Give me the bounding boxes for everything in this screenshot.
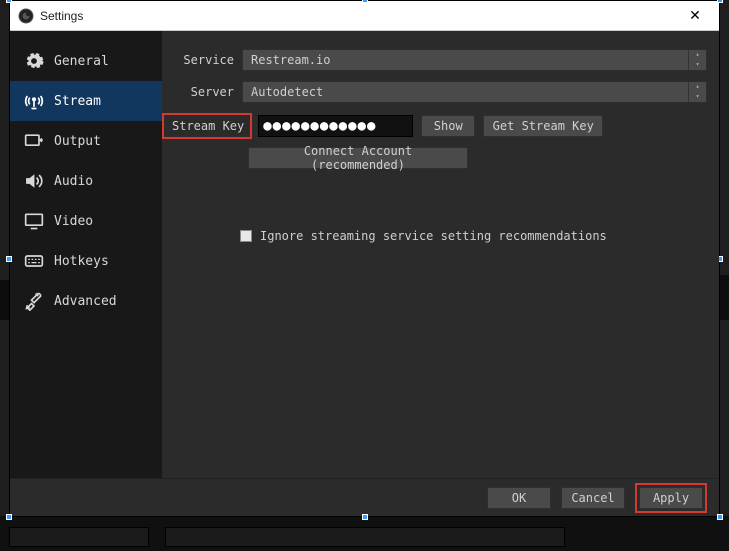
apply-highlight: Apply — [635, 483, 707, 513]
output-icon — [22, 131, 46, 151]
sidebar-item-advanced[interactable]: Advanced — [10, 281, 162, 321]
server-label: Server — [162, 85, 242, 99]
streamkey-input[interactable]: ●●●●●●●●●●●● — [258, 115, 413, 137]
apply-button[interactable]: Apply — [639, 487, 703, 509]
streamkey-row: Stream Key ●●●●●●●●●●●● Show Get Stream … — [162, 113, 707, 139]
main-panel: Service Restream.io ▴▾ Server Autodetect… — [162, 31, 719, 478]
close-button[interactable]: ✕ — [675, 2, 715, 30]
service-value: Restream.io — [251, 53, 330, 67]
ignore-row: Ignore streaming service setting recomme… — [240, 229, 707, 243]
sidebar-item-label: General — [54, 54, 109, 69]
selection-handle — [717, 0, 723, 3]
ignore-checkbox[interactable] — [240, 230, 252, 242]
show-key-button[interactable]: Show — [421, 115, 475, 137]
service-label: Service — [162, 53, 242, 67]
sidebar-item-video[interactable]: Video — [10, 201, 162, 241]
selection-handle — [6, 514, 12, 520]
sidebar-item-output[interactable]: Output — [10, 121, 162, 161]
service-row: Service Restream.io ▴▾ — [162, 49, 707, 71]
ignore-label: Ignore streaming service setting recomme… — [260, 229, 607, 243]
ok-button[interactable]: OK — [487, 487, 551, 509]
sidebar-item-audio[interactable]: Audio — [10, 161, 162, 201]
settings-window: Settings ✕ General Stream Outp — [9, 0, 720, 517]
obs-logo-icon — [18, 8, 34, 24]
get-stream-key-button[interactable]: Get Stream Key — [483, 115, 603, 137]
server-row: Server Autodetect ▴▾ — [162, 81, 707, 103]
sidebar-item-label: Advanced — [54, 294, 117, 309]
background-strip — [720, 275, 729, 320]
sidebar-item-hotkeys[interactable]: Hotkeys — [10, 241, 162, 281]
selection-handle — [6, 256, 12, 262]
background-strip — [0, 516, 729, 551]
keyboard-icon — [22, 251, 46, 271]
sidebar-item-general[interactable]: General — [10, 41, 162, 81]
server-value: Autodetect — [251, 85, 323, 99]
sidebar-item-label: Output — [54, 134, 101, 149]
selection-handle — [362, 514, 368, 520]
antenna-icon — [22, 91, 46, 111]
spinner-icon: ▴▾ — [688, 50, 706, 70]
gear-icon — [22, 51, 46, 71]
footer: OK Cancel Apply — [10, 478, 719, 516]
sidebar: General Stream Output Audio — [10, 31, 162, 478]
streamkey-highlight: Stream Key — [162, 113, 252, 139]
selection-handle — [717, 514, 723, 520]
titlebar: Settings ✕ — [10, 1, 719, 31]
sidebar-item-label: Audio — [54, 174, 93, 189]
server-dropdown[interactable]: Autodetect ▴▾ — [242, 81, 707, 103]
monitor-icon — [22, 211, 46, 231]
tools-icon — [22, 291, 46, 311]
sidebar-item-label: Hotkeys — [54, 254, 109, 269]
background-strip — [0, 280, 9, 320]
window-title: Settings — [40, 9, 83, 23]
service-dropdown[interactable]: Restream.io ▴▾ — [242, 49, 707, 71]
connect-row: Connect Account (recommended) — [248, 147, 707, 169]
streamkey-label: Stream Key — [172, 119, 244, 133]
speaker-icon — [22, 171, 46, 191]
selection-handle — [362, 0, 368, 3]
connect-account-button[interactable]: Connect Account (recommended) — [248, 147, 468, 169]
sidebar-item-stream[interactable]: Stream — [10, 81, 162, 121]
selection-handle — [6, 0, 12, 3]
streamkey-masked: ●●●●●●●●●●●● — [263, 118, 376, 134]
sidebar-item-label: Stream — [54, 94, 101, 109]
cancel-button[interactable]: Cancel — [561, 487, 625, 509]
sidebar-item-label: Video — [54, 214, 93, 229]
spinner-icon: ▴▾ — [688, 82, 706, 102]
